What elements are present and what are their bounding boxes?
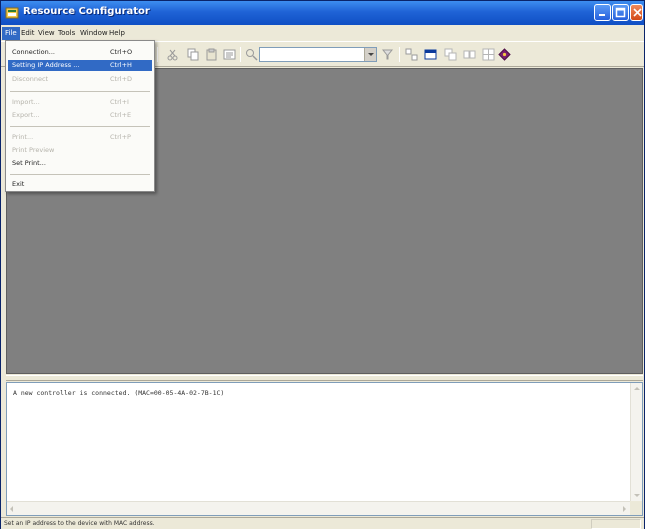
- menu-item-exit[interactable]: Exit: [8, 179, 152, 190]
- menu-item-label: Export...: [12, 111, 40, 119]
- help-icon[interactable]: [498, 48, 511, 61]
- menu-item-label: Exit: [12, 180, 25, 188]
- window-icon[interactable]: [424, 48, 437, 61]
- close-button[interactable]: [630, 4, 643, 21]
- toolbar-separator: [240, 47, 241, 62]
- menu-item-setting-ip-address[interactable]: Setting IP Address ... Ctrl+H: [8, 60, 152, 71]
- title-bar[interactable]: Resource Configurator: [1, 1, 644, 25]
- cut-icon[interactable]: [166, 48, 179, 61]
- window-title: Resource Configurator: [23, 6, 150, 17]
- menu-item-label: Set Print...: [12, 159, 46, 167]
- chevron-down-icon[interactable]: [364, 48, 376, 61]
- menu-item-shortcut: Ctrl+I: [110, 98, 129, 106]
- menu-item-label: Connection...: [12, 48, 55, 56]
- menu-separator: [10, 91, 150, 92]
- scroll-down-icon[interactable]: [631, 490, 642, 501]
- properties-icon[interactable]: [223, 48, 236, 61]
- menu-item-label: Print...: [12, 133, 34, 141]
- menu-item-shortcut: Ctrl+P: [110, 133, 131, 141]
- toolbar-separator: [157, 47, 158, 62]
- find-icon[interactable]: [245, 48, 258, 61]
- minimize-button[interactable]: [594, 4, 611, 21]
- log-line: A new controller is connected. (MAC=00-0…: [13, 389, 225, 397]
- app-icon: [5, 7, 19, 19]
- menu-item-shortcut: Ctrl+H: [110, 61, 132, 69]
- menu-item-shortcut: Ctrl+E: [110, 111, 132, 119]
- status-pane: [591, 519, 641, 529]
- menu-item-set-print[interactable]: Set Print...: [8, 158, 152, 169]
- log-panel[interactable]: A new controller is connected. (MAC=00-0…: [6, 382, 643, 516]
- menu-separator: [10, 126, 150, 127]
- filter-icon[interactable]: [381, 48, 394, 61]
- menu-item-label: Setting IP Address ...: [12, 61, 80, 69]
- maximize-icon: [615, 7, 626, 18]
- menu-item-label: Print Preview: [12, 146, 55, 154]
- menu-item-print-preview[interactable]: Print Preview: [8, 145, 152, 156]
- menu-item-disconnect[interactable]: Disconnect Ctrl+D: [8, 74, 152, 85]
- menu-item-shortcut: Ctrl+O: [110, 48, 133, 56]
- panel-splitter[interactable]: [6, 375, 643, 381]
- main-window: Resource Configurator File Edit View Too…: [0, 0, 645, 529]
- minimize-icon: [599, 14, 605, 16]
- menu-tools[interactable]: Tools: [55, 27, 78, 40]
- menu-help[interactable]: Help: [106, 27, 128, 40]
- copy-icon[interactable]: [187, 48, 200, 61]
- toolbar-separator: [399, 47, 400, 62]
- cascade-icon[interactable]: [444, 48, 457, 61]
- menu-item-print[interactable]: Print... Ctrl+P: [8, 132, 152, 143]
- vertical-scrollbar[interactable]: [630, 383, 642, 501]
- menu-separator: [10, 174, 150, 175]
- menu-item-shortcut: Ctrl+D: [110, 75, 133, 83]
- scroll-right-icon[interactable]: [619, 503, 630, 514]
- menu-item-label: Disconnect: [12, 75, 49, 83]
- search-combo[interactable]: [259, 47, 377, 62]
- menu-item-label: Import...: [12, 98, 40, 106]
- status-bar: Set an IP address to the device with MAC…: [1, 517, 644, 529]
- layout-icon[interactable]: [482, 48, 495, 61]
- scroll-corner: [630, 501, 642, 515]
- file-menu-dropdown: Connection... Ctrl+O Setting IP Address …: [5, 40, 155, 192]
- arrange-icon[interactable]: [463, 48, 476, 61]
- paste-icon[interactable]: [205, 48, 218, 61]
- close-icon: [633, 8, 642, 17]
- maximize-button[interactable]: [612, 4, 629, 21]
- menu-item-connection[interactable]: Connection... Ctrl+O: [8, 47, 152, 58]
- menu-item-export[interactable]: Export... Ctrl+E: [8, 110, 152, 121]
- horizontal-scrollbar[interactable]: [7, 501, 630, 515]
- scroll-left-icon[interactable]: [7, 503, 18, 514]
- menu-bar: File Edit View Tools Window Help: [1, 25, 644, 41]
- tile-icon[interactable]: [405, 48, 418, 61]
- status-text: Set an IP address to the device with MAC…: [4, 520, 155, 527]
- menu-item-import[interactable]: Import... Ctrl+I: [8, 97, 152, 108]
- scroll-up-icon[interactable]: [631, 383, 642, 394]
